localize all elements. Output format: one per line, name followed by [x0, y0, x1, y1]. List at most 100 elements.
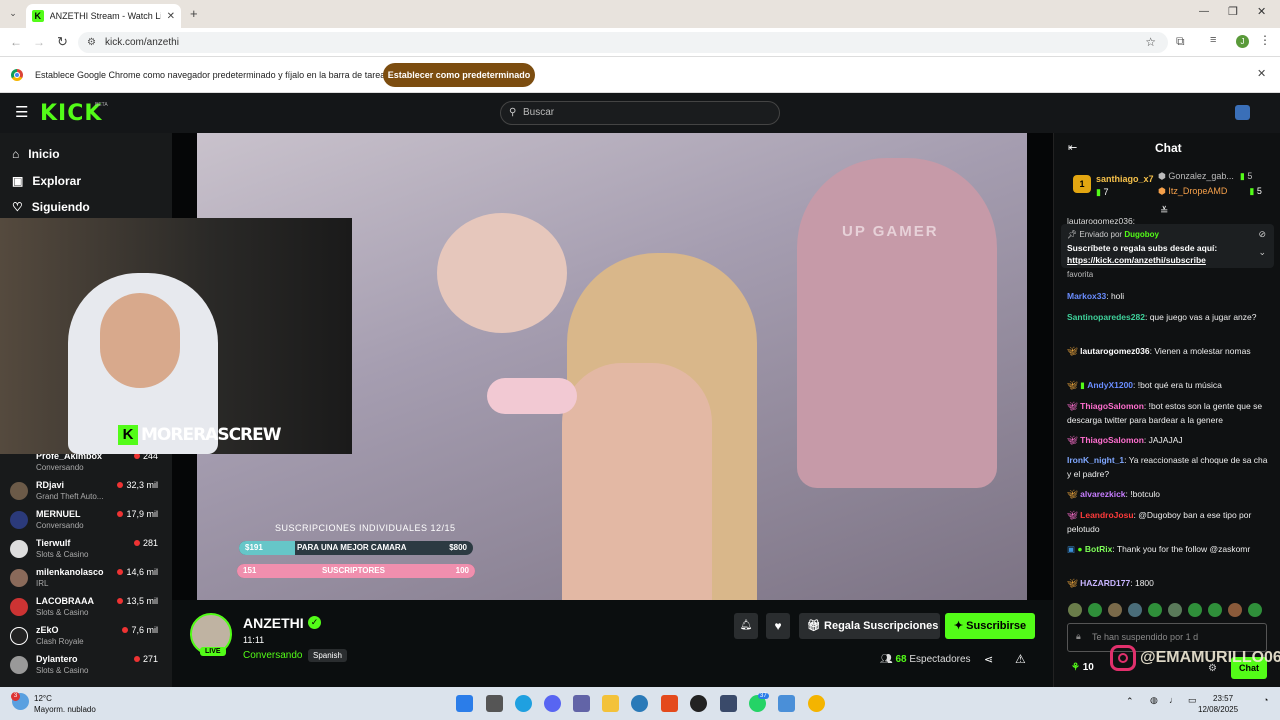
nav-inicio[interactable]: ⌂ Inicio: [12, 147, 60, 161]
app-icon[interactable]: [778, 695, 795, 712]
tab-search-icon[interactable]: ⌄: [6, 8, 20, 20]
clock-time[interactable]: 23:57: [1213, 694, 1233, 703]
channel-profe-akimbox[interactable]: Profe_Akimbox Conversando 244: [10, 451, 160, 479]
chrome-menu-icon[interactable]: ⋮: [1259, 33, 1271, 47]
chat-message[interactable]: IronK_night_1: Ya reaccionaste al choque…: [1067, 454, 1272, 481]
report-icon[interactable]: ⚠: [1015, 652, 1026, 666]
emote-icon[interactable]: [1068, 603, 1082, 617]
streamer-name[interactable]: ANZETHI: [243, 615, 304, 631]
tray-wifi-icon[interactable]: ▭: [1188, 695, 1197, 706]
discord-icon[interactable]: [544, 695, 561, 712]
kick-logo[interactable]: KICK: [40, 101, 102, 126]
emote-icon[interactable]: [1148, 603, 1162, 617]
app-icon[interactable]: [720, 695, 737, 712]
search-input[interactable]: ⚲ Buscar: [500, 101, 780, 125]
emote-icon[interactable]: [1108, 603, 1122, 617]
brave-icon[interactable]: [661, 695, 678, 712]
leader-name[interactable]: santhiago_x7: [1096, 174, 1154, 184]
chevron-down-icon[interactable]: ⌄: [1258, 247, 1266, 258]
emote-icon[interactable]: [1208, 603, 1222, 617]
stream-category[interactable]: Conversando: [243, 650, 302, 661]
leader-2[interactable]: ⬢ Gonzalez_gab... ▮ 5: [1158, 171, 1252, 182]
edge-icon[interactable]: [515, 695, 532, 712]
forward-icon[interactable]: →: [33, 35, 45, 49]
teams-icon[interactable]: [573, 695, 590, 712]
hamburger-menu-icon[interactable]: ☰: [15, 105, 28, 120]
url-bar[interactable]: ⚙ kick.com/anzethi ☆: [78, 32, 1168, 53]
share-icon[interactable]: ⋖: [984, 653, 993, 666]
nav-explorar[interactable]: ▣ Explorar: [12, 174, 81, 188]
chrome-icon[interactable]: [808, 695, 825, 712]
notification-bell-icon[interactable]: ◔: [1263, 695, 1268, 705]
channel-game: Slots & Casino: [36, 608, 89, 617]
reload-icon[interactable]: ↻: [57, 34, 68, 50]
channel-rdjavi[interactable]: RDjavi Grand Theft Auto... 32,3 mil: [10, 480, 160, 508]
notifications-bell-icon[interactable]: 🔔︎: [734, 613, 758, 639]
points-display[interactable]: ⚘ 10: [1071, 662, 1094, 673]
back-icon[interactable]: ←: [10, 35, 22, 49]
emote-icon[interactable]: [1248, 603, 1262, 617]
restore-icon[interactable]: ❐: [1228, 5, 1238, 18]
language-tag[interactable]: Spanish: [308, 649, 347, 662]
chat-message[interactable]: 🦋︎ HAZARD177: 1800: [1067, 577, 1272, 591]
app-icon[interactable]: [631, 695, 648, 712]
emote-icon[interactable]: [1228, 603, 1242, 617]
channel-viewers: 271: [134, 654, 158, 664]
task-view-icon[interactable]: [486, 695, 503, 712]
channel-zeko[interactable]: zEkO Clash Royale 7,6 mil: [10, 625, 160, 653]
clock-date[interactable]: 12/08/2025: [1198, 705, 1238, 714]
tab-close-icon[interactable]: ✕: [167, 11, 175, 22]
collapse-chat-icon[interactable]: ⇤: [1068, 141, 1077, 154]
channel-mernuel[interactable]: MERNUEL Conversando 17,9 mil: [10, 509, 160, 537]
extensions-icon[interactable]: ⧉: [1176, 34, 1185, 49]
emote-icon[interactable]: [1188, 603, 1202, 617]
profile-avatar[interactable]: J: [1236, 35, 1249, 48]
browser-tab[interactable]: K ANZETHI Stream - Watch Li ✕: [26, 4, 181, 28]
emote-row: [1068, 603, 1268, 617]
subscribe-button[interactable]: ✦ Suscribirse: [945, 613, 1035, 639]
chat-message[interactable]: 🦋︎ ThiagoSalomon: JAJAJAJ: [1067, 434, 1272, 448]
site-info-icon[interactable]: ⚙: [87, 32, 96, 53]
channel-game: IRL: [36, 579, 49, 588]
nav-siguiendo[interactable]: ♡ Siguiendo: [12, 200, 90, 214]
chat-message[interactable]: 🦋︎ ▮ AndyX1200: !bot qué era tu música: [1067, 379, 1272, 393]
channel-lacobraaa[interactable]: LACOBRAAA Slots & Casino 13,5 mil: [10, 596, 160, 624]
obs-icon[interactable]: [690, 695, 707, 712]
window-close-icon[interactable]: ✕: [1257, 5, 1266, 18]
minimize-icon[interactable]: —: [1199, 6, 1209, 17]
leader-3[interactable]: ⬢ Itz_DropeAMD ▮ 5: [1158, 186, 1262, 197]
emote-icon[interactable]: [1168, 603, 1182, 617]
lock-icon: 🔒︎: [1076, 631, 1081, 641]
media-icon[interactable]: ≡: [1210, 34, 1216, 46]
bookmark-star-icon[interactable]: ☆: [1145, 32, 1156, 53]
chat-message[interactable]: Markox33: holi: [1067, 290, 1272, 304]
chat-message[interactable]: 🦋︎ ThiagoSalomon: !bot estos son la gent…: [1067, 400, 1272, 427]
home-icon: ⌂: [12, 147, 20, 161]
chat-message[interactable]: 🦋︎ LeandroJosu: @Dugoboy ban a ese tipo …: [1067, 509, 1272, 536]
file-explorer-icon[interactable]: [602, 695, 619, 712]
set-default-button[interactable]: Establecer como predeterminado: [383, 63, 535, 87]
tray-network-icon[interactable]: ◍: [1150, 695, 1158, 706]
gift-subs-button[interactable]: 🎁︎ Regala Suscripciones: [799, 613, 940, 639]
channel-tierwulf[interactable]: Tierwulf Slots & Casino 281: [10, 538, 160, 566]
chat-message[interactable]: 🦋︎ lautarogomez036: Vienen a molestar no…: [1067, 345, 1272, 359]
chat-message[interactable]: Santinoparedes282: que juego vas a jugar…: [1067, 311, 1272, 325]
leaderboard-toggle-icon[interactable]: ≚: [1160, 206, 1168, 217]
pinned-message: 📌︎ Enviado por Dugoboy ⊘ Suscríbete o re…: [1061, 224, 1274, 268]
channel-dylantero[interactable]: Dylantero Slots & Casino 271: [10, 654, 160, 682]
face: [100, 293, 180, 388]
chat-message[interactable]: 🦋︎ alvarezkick: !botculo: [1067, 488, 1272, 502]
follow-heart-icon[interactable]: ♥: [766, 613, 790, 639]
start-icon[interactable]: [456, 695, 473, 712]
unpin-icon[interactable]: ⊘: [1258, 229, 1266, 240]
tray-chevron-icon[interactable]: ⌃: [1126, 696, 1134, 707]
chat-message[interactable]: ▣ ● BotRix: Thank you for the follow @za…: [1067, 543, 1272, 557]
pinned-link[interactable]: https://kick.com/anzethi/subscribe: [1067, 255, 1206, 265]
new-tab-icon[interactable]: +: [190, 6, 198, 21]
emote-icon[interactable]: [1128, 603, 1142, 617]
user-avatar-icon[interactable]: [1235, 105, 1250, 120]
emote-icon[interactable]: [1088, 603, 1102, 617]
tray-mic-icon[interactable]: ♩: [1169, 695, 1178, 705]
infobar-close-icon[interactable]: ✕: [1257, 67, 1266, 80]
channel-milenkanolasco[interactable]: milenkanolasco IRL 14,6 mil: [10, 567, 160, 595]
